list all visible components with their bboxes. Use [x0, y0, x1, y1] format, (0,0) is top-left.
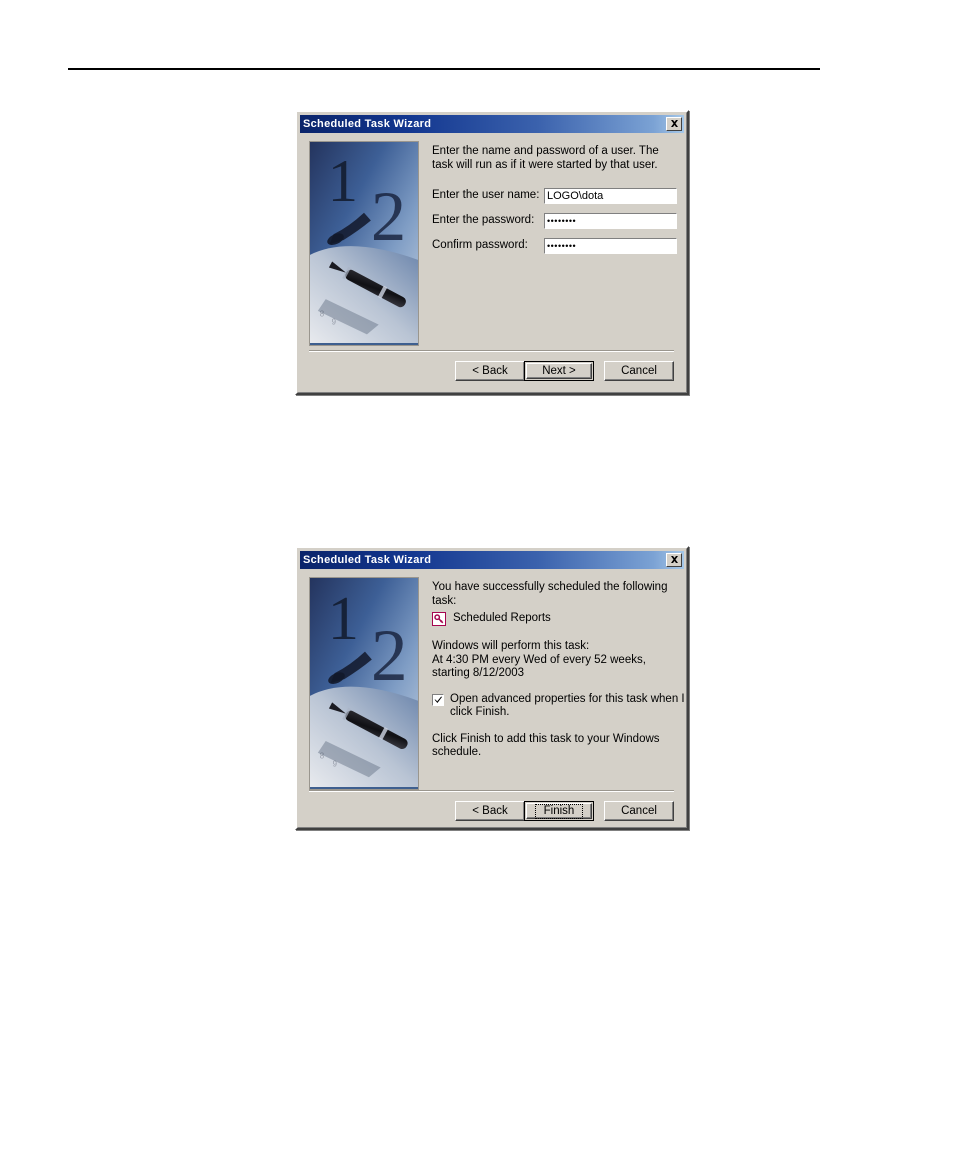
- confirm-password-label: Confirm password:: [432, 239, 528, 252]
- next-button[interactable]: Next >: [524, 361, 594, 381]
- titlebar: Scheduled Task Wizard: [300, 551, 684, 569]
- page-header-rule: [68, 68, 820, 70]
- svg-text:9: 9: [332, 318, 336, 327]
- password-row: Enter the password: ••••••••: [432, 212, 678, 230]
- button-row: < Back Next > Cancel: [309, 361, 674, 390]
- scheduled-task-entry: Scheduled Reports: [432, 612, 690, 626]
- svg-text:2: 2: [371, 614, 408, 696]
- svg-text:1: 1: [328, 583, 359, 653]
- window-title: Scheduled Task Wizard: [303, 118, 432, 130]
- checkmark-icon: [434, 696, 442, 703]
- schedule-heading: Windows will perform this task:: [432, 640, 590, 652]
- password-input[interactable]: ••••••••: [543, 212, 678, 230]
- cancel-button[interactable]: Cancel: [604, 361, 674, 381]
- schedule-summary: Windows will perform this task: At 4:30 …: [432, 640, 690, 681]
- footer-separator: [309, 350, 674, 352]
- close-button[interactable]: [666, 117, 682, 131]
- confirm-password-input[interactable]: ••••••••: [543, 237, 678, 255]
- footer-separator: [309, 790, 674, 792]
- next-button-label: Next >: [542, 365, 576, 377]
- user-name-input[interactable]: LOGO\dota: [543, 187, 678, 205]
- titlebar: Scheduled Task Wizard: [300, 115, 684, 133]
- success-message: You have successfully scheduled the foll…: [432, 581, 668, 607]
- wizard-clock-pen-artwork: 1 2 8 9: [310, 578, 418, 788]
- button-row: < Back Finish Cancel: [309, 801, 674, 830]
- intro-text: Enter the name and password of a user. T…: [432, 145, 659, 171]
- wizard-clock-pen-artwork: 1 2 8 9: [310, 142, 418, 344]
- svg-text:1: 1: [328, 148, 358, 215]
- key-glyph-icon: [434, 614, 444, 624]
- advanced-properties-checkbox[interactable]: [431, 692, 445, 707]
- back-button[interactable]: < Back: [455, 361, 525, 381]
- cancel-button[interactable]: Cancel: [604, 801, 674, 821]
- svg-text:2: 2: [371, 178, 406, 256]
- finish-button[interactable]: Finish: [524, 801, 594, 821]
- scheduled-task-wizard-confirmation-dialog: Scheduled Task Wizard 1 2 8 9 You have s…: [295, 546, 689, 830]
- svg-text:9: 9: [333, 760, 337, 769]
- svg-text:8: 8: [320, 310, 325, 319]
- svg-text:8: 8: [320, 752, 325, 761]
- schedule-detail: At 4:30 PM every Wed of every 52 weeks, …: [432, 653, 646, 680]
- confirm-password-row: Confirm password: ••••••••: [432, 237, 678, 255]
- advanced-properties-checkbox-row[interactable]: Open advanced properties for this task w…: [431, 692, 690, 720]
- task-name: Scheduled Reports: [453, 612, 551, 625]
- window-title: Scheduled Task Wizard: [303, 554, 432, 566]
- wizard-artwork: 1 2 8 9: [309, 141, 419, 346]
- scheduled-task-wizard-credentials-dialog: Scheduled Task Wizard 1 2 8 9 Enter the …: [295, 110, 689, 395]
- back-button[interactable]: < Back: [455, 801, 525, 821]
- finish-button-label: Finish: [534, 803, 584, 819]
- advanced-properties-label: Open advanced properties for this task w…: [450, 692, 685, 719]
- wizard-artwork: 1 2 8 9: [309, 577, 419, 790]
- close-button[interactable]: [666, 553, 682, 567]
- scheduled-task-key-icon: [432, 612, 446, 626]
- finish-hint: Click Finish to add this task to your Wi…: [432, 732, 660, 759]
- user-name-label: Enter the user name:: [432, 189, 540, 202]
- user-name-row: Enter the user name: LOGO\dota: [432, 187, 678, 205]
- password-label: Enter the password:: [432, 214, 535, 227]
- close-icon: [670, 120, 678, 127]
- close-icon: [670, 556, 678, 563]
